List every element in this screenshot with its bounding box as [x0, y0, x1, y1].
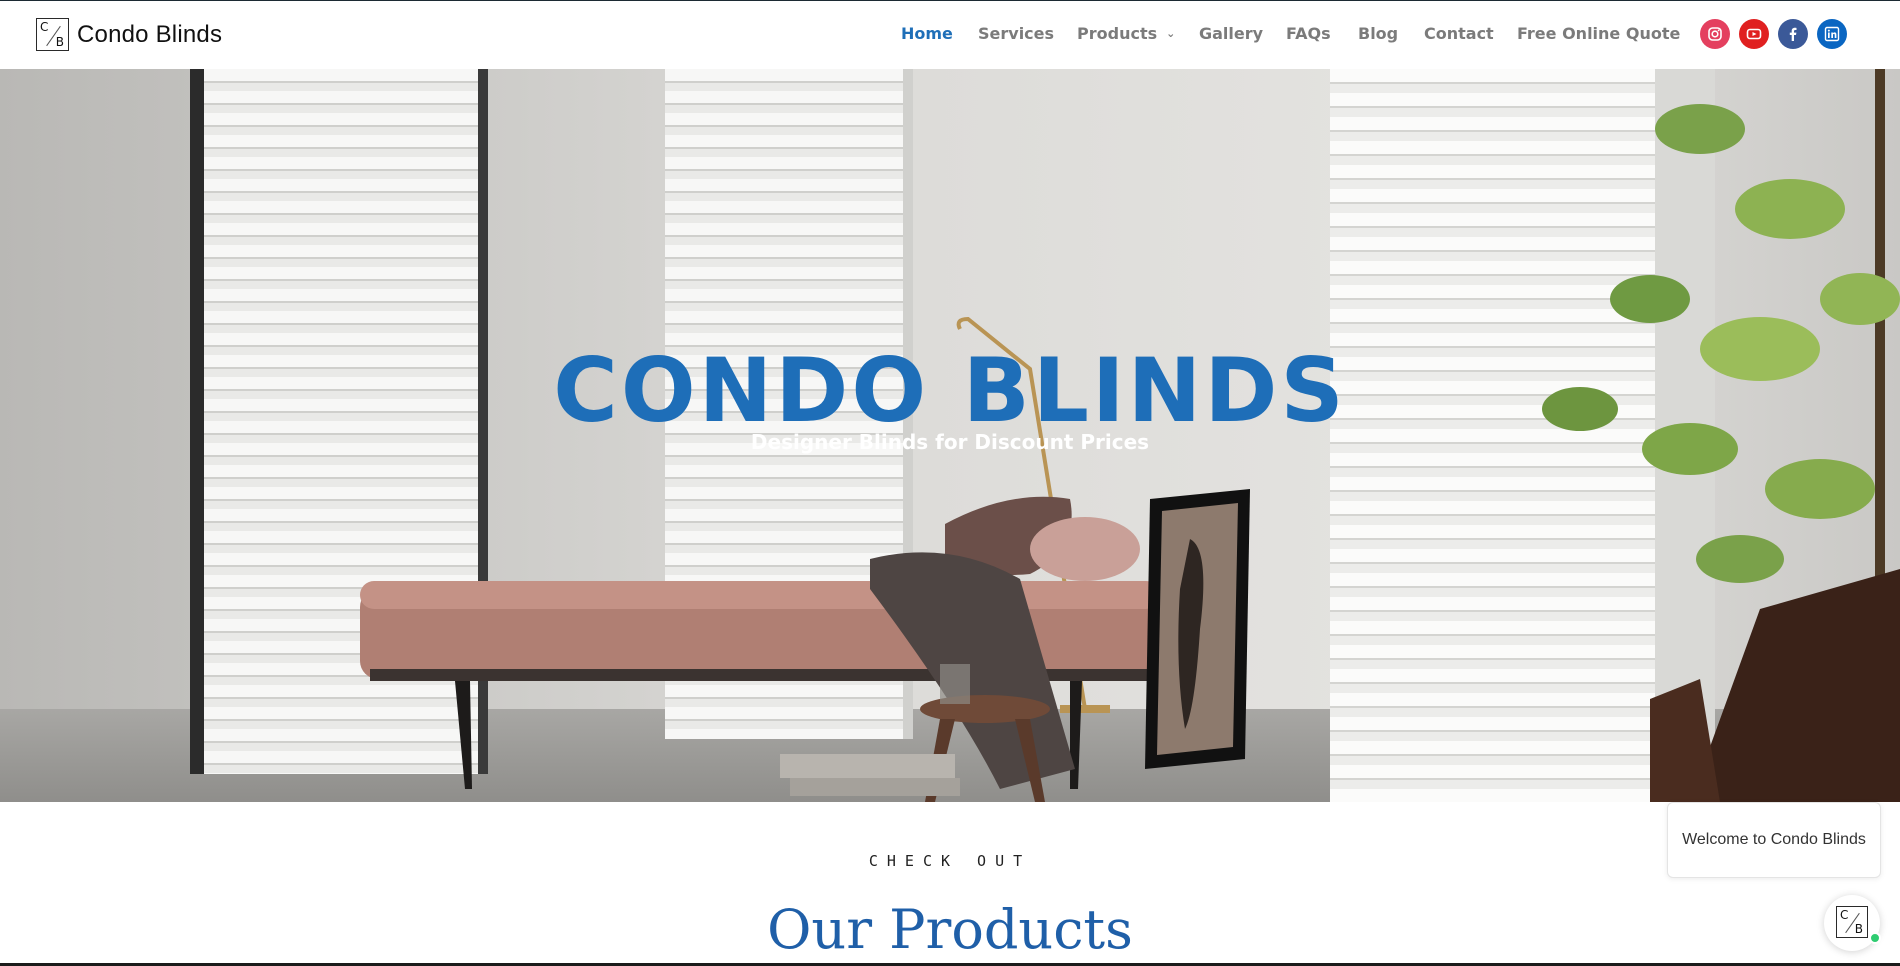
nav-free-online-quote[interactable]: Free Online Quote [1517, 24, 1680, 43]
products-eyebrow: CHECK OUT [868, 852, 1032, 870]
chevron-down-icon: ⌄ [1166, 27, 1176, 40]
facebook-icon[interactable] [1778, 19, 1808, 49]
chat-greeting: Welcome to Condo Blinds [1682, 831, 1866, 848]
site-header: C B Condo Blinds Home Services Products ⌄… [0, 0, 1900, 69]
online-status-indicator [1869, 932, 1881, 944]
chat-logo-letter-c: C [1840, 908, 1849, 922]
main-nav: Home Services Products ⌄ Gallery FAQs Blo… [0, 24, 1900, 48]
youtube-icon[interactable] [1739, 19, 1769, 49]
nav-products[interactable]: Products ⌄ [1077, 24, 1175, 43]
nav-products-label: Products [1077, 24, 1158, 43]
products-section-title: Our Products [767, 898, 1133, 961]
hero-title: CONDO BLINDS [553, 339, 1347, 442]
nav-blog[interactable]: Blog [1358, 24, 1398, 43]
nav-faqs[interactable]: FAQs [1286, 24, 1331, 43]
nav-gallery[interactable]: Gallery [1199, 24, 1263, 43]
hero-banner: CONDO BLINDS Designer Blinds for Discoun… [0, 69, 1900, 802]
chat-logo-letter-b: B [1854, 922, 1863, 936]
instagram-icon[interactable] [1700, 19, 1730, 49]
nav-contact[interactable]: Contact [1424, 24, 1494, 43]
nav-services[interactable]: Services [978, 24, 1054, 43]
linkedin-icon[interactable] [1817, 19, 1847, 49]
chat-launcher-button[interactable]: C B [1824, 895, 1881, 951]
hero-subtitle: Designer Blinds for Discount Prices [750, 430, 1150, 454]
chat-avatar: C B [1836, 906, 1868, 938]
nav-home[interactable]: Home [901, 24, 953, 43]
chat-welcome-bubble[interactable]: Welcome to Condo Blinds [1667, 802, 1881, 878]
